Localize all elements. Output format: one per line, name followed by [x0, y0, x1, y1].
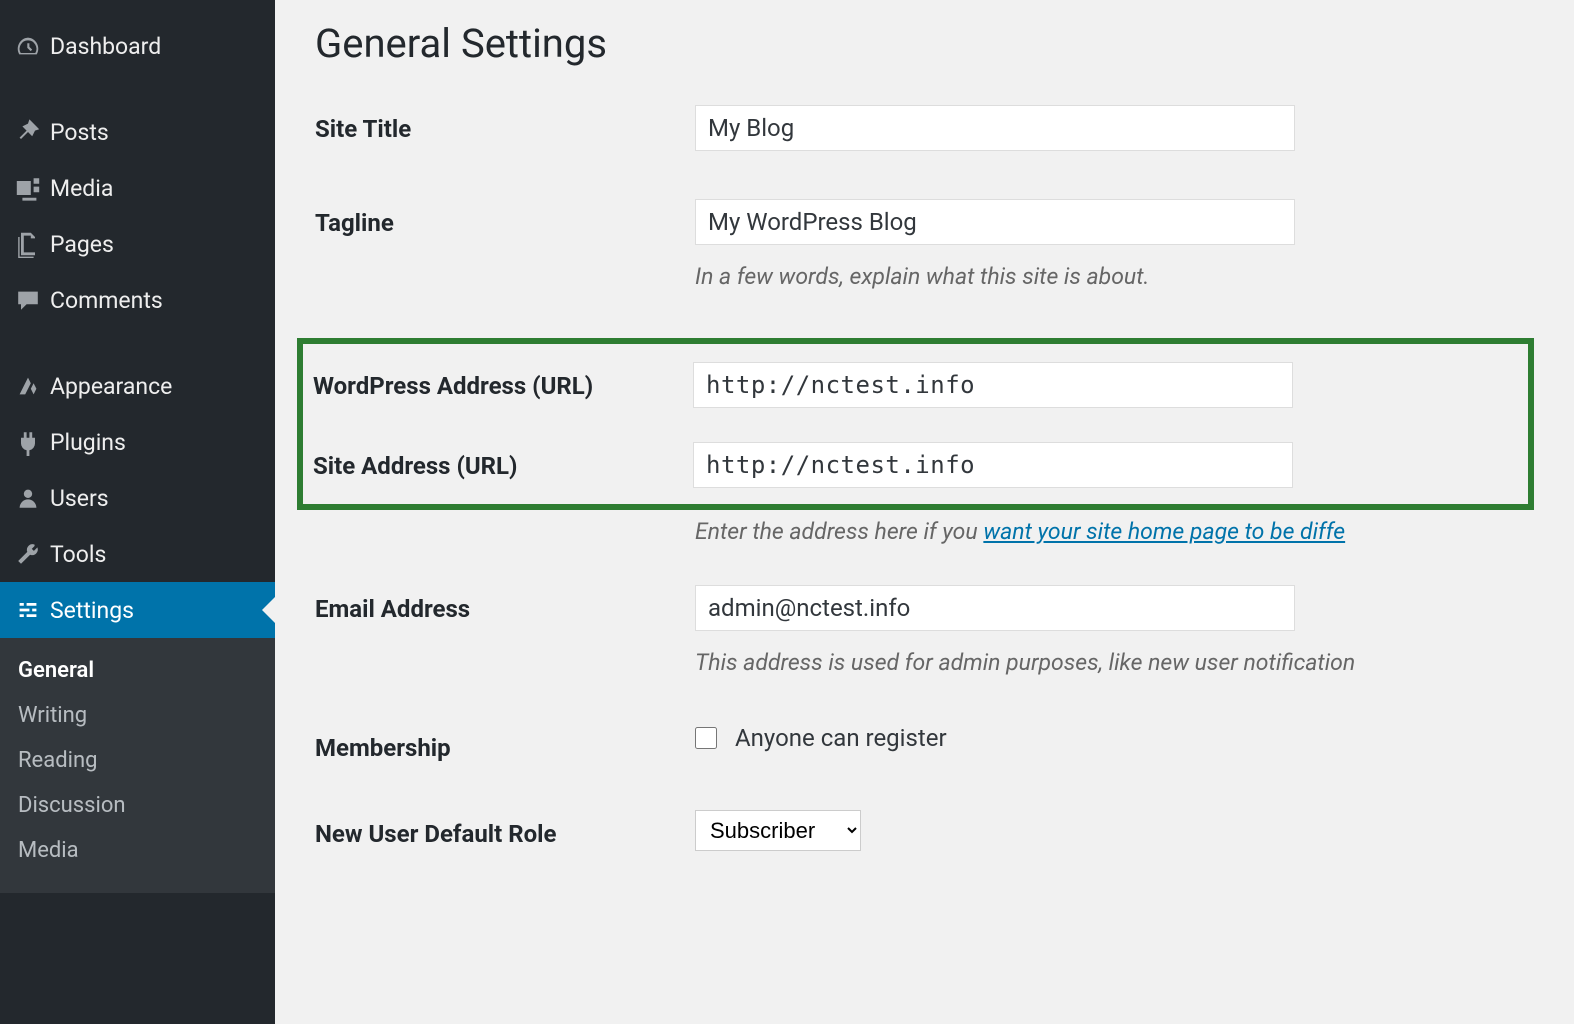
pages-icon — [14, 230, 50, 258]
help-site-address: Enter the address here if you want your … — [695, 518, 1574, 545]
sidebar-label: Comments — [50, 287, 163, 314]
row-wp-address: WordPress Address (URL) — [313, 362, 1518, 408]
sidebar-item-settings[interactable]: Settings — [0, 582, 275, 638]
sidebar-item-dashboard[interactable]: Dashboard — [0, 18, 275, 74]
dashboard-icon — [14, 32, 50, 60]
row-site-address: Site Address (URL) — [313, 442, 1518, 488]
label-new-user-role: New User Default Role — [315, 810, 695, 848]
pushpin-icon — [14, 118, 50, 146]
input-site-title[interactable] — [695, 105, 1295, 151]
row-membership: Membership Anyone can register — [315, 724, 1574, 762]
sidebar-item-comments[interactable]: Comments — [0, 272, 275, 328]
input-tagline[interactable] — [695, 199, 1295, 245]
admin-sidebar: Dashboard Posts Media Pages Comments App… — [0, 0, 275, 1024]
sidebar-label: Appearance — [50, 373, 172, 400]
row-new-user-role: New User Default Role Subscriber — [315, 810, 1574, 851]
label-wp-address: WordPress Address (URL) — [313, 362, 693, 400]
help-tagline: In a few words, explain what this site i… — [695, 263, 1574, 290]
label-tagline: Tagline — [315, 199, 695, 237]
comments-icon — [14, 286, 50, 314]
submenu-item-general[interactable]: General — [0, 648, 275, 693]
label-membership: Membership — [315, 724, 695, 762]
row-email: Email Address This address is used for a… — [315, 585, 1574, 676]
media-icon — [14, 174, 50, 202]
label-email: Email Address — [315, 585, 695, 623]
sidebar-label: Settings — [50, 597, 134, 624]
settings-submenu: General Writing Reading Discussion Media — [0, 638, 275, 893]
checkbox-label-register: Anyone can register — [735, 724, 947, 752]
sidebar-label: Plugins — [50, 429, 126, 456]
input-email[interactable] — [695, 585, 1295, 631]
sidebar-label: Pages — [50, 231, 114, 258]
sidebar-item-tools[interactable]: Tools — [0, 526, 275, 582]
sidebar-item-plugins[interactable]: Plugins — [0, 414, 275, 470]
sidebar-item-posts[interactable]: Posts — [0, 104, 275, 160]
sidebar-item-pages[interactable]: Pages — [0, 216, 275, 272]
page-title: General Settings — [315, 20, 1574, 67]
plugins-icon — [14, 428, 50, 456]
sidebar-label: Dashboard — [50, 33, 161, 60]
checkbox-anyone-can-register[interactable] — [695, 727, 717, 749]
sidebar-item-users[interactable]: Users — [0, 470, 275, 526]
link-site-address-help[interactable]: want your site home page to be diffe — [983, 518, 1345, 545]
sidebar-label: Media — [50, 175, 113, 202]
settings-form: Site Title Tagline In a few words, expla… — [315, 105, 1574, 851]
users-icon — [14, 484, 50, 512]
sidebar-item-media[interactable]: Media — [0, 160, 275, 216]
tools-icon — [14, 540, 50, 568]
url-highlight-box: WordPress Address (URL) Site Address (UR… — [297, 338, 1534, 510]
input-site-address[interactable] — [693, 442, 1293, 488]
select-new-user-role[interactable]: Subscriber — [695, 810, 861, 851]
label-site-title: Site Title — [315, 105, 695, 143]
sidebar-label: Tools — [50, 541, 106, 568]
row-site-title: Site Title — [315, 105, 1574, 151]
submenu-item-writing[interactable]: Writing — [0, 693, 275, 738]
submenu-item-discussion[interactable]: Discussion — [0, 783, 275, 828]
sidebar-label: Users — [50, 485, 109, 512]
sidebar-label: Posts — [50, 119, 109, 146]
label-site-address: Site Address (URL) — [313, 442, 693, 480]
settings-icon — [14, 596, 50, 624]
help-email: This address is used for admin purposes,… — [695, 649, 1574, 676]
sidebar-item-appearance[interactable]: Appearance — [0, 358, 275, 414]
row-tagline: Tagline In a few words, explain what thi… — [315, 199, 1574, 290]
main-content: General Settings Site Title Tagline In a… — [275, 0, 1574, 1024]
input-wp-address[interactable] — [693, 362, 1293, 408]
appearance-icon — [14, 372, 50, 400]
submenu-item-reading[interactable]: Reading — [0, 738, 275, 783]
submenu-item-media[interactable]: Media — [0, 828, 275, 873]
